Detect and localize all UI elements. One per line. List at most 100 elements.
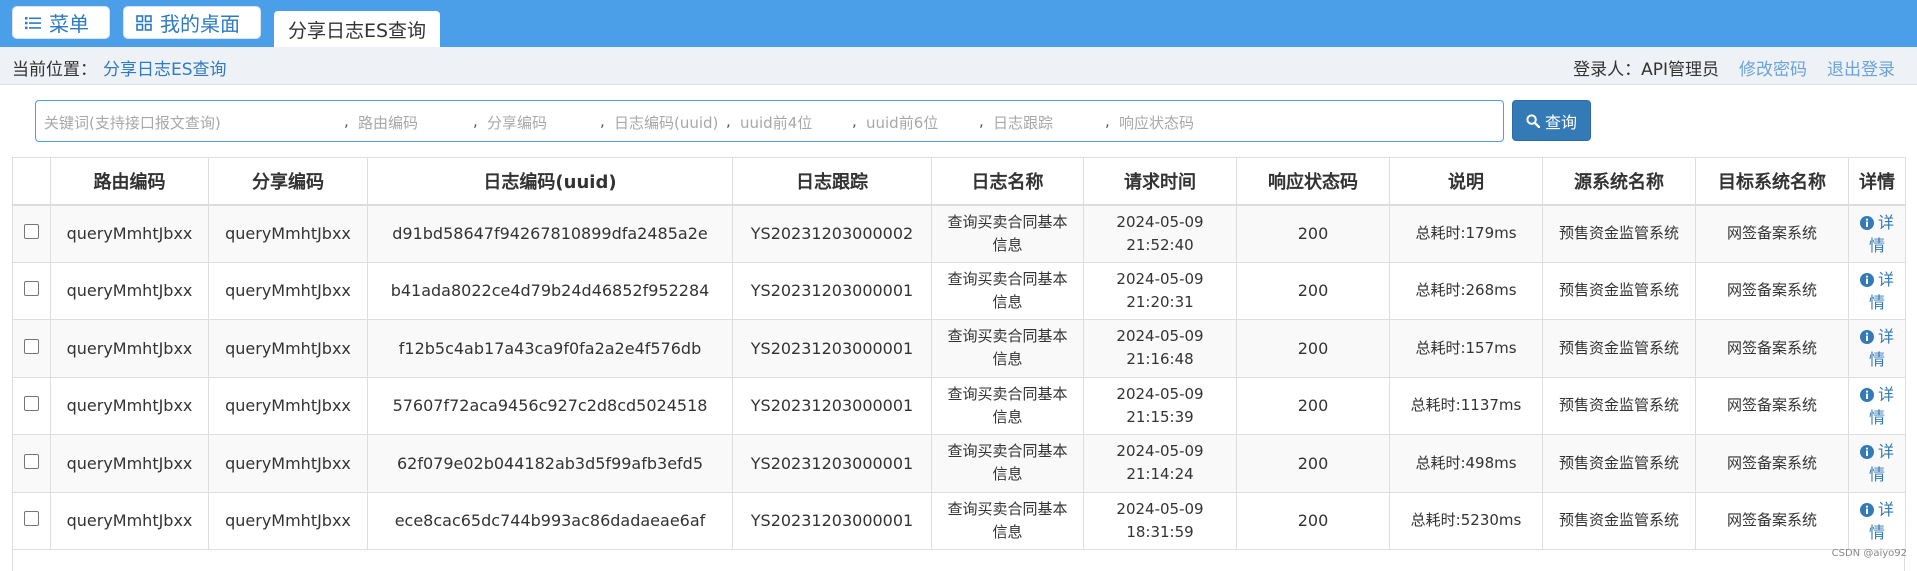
detail-link[interactable]: 详情: [1859, 385, 1894, 427]
share-code-cell: queryMmhtJbxx: [208, 434, 368, 493]
breadcrumb-current[interactable]: 分享日志ES查询: [103, 60, 227, 80]
status-code-cell: 200: [1236, 491, 1390, 550]
log-table: 路由编码 分享编码 日志编码(uuid) 日志跟踪 日志名称 请求时间 响应状态…: [12, 157, 1906, 550]
row-checkbox[interactable]: [24, 281, 39, 297]
detail-link[interactable]: 详情: [1859, 270, 1894, 312]
top-bar: 菜单 我的桌面 分享日志ES查询: [0, 0, 1917, 47]
request-time-cell: 2024-05-09 21:16:48: [1083, 319, 1237, 378]
description-cell: 总耗时:268ms: [1389, 261, 1543, 320]
route-code-cell: queryMmhtJbxx: [50, 261, 209, 320]
route-code-cell: queryMmhtJbxx: [50, 204, 209, 263]
share-code-cell: queryMmhtJbxx: [208, 204, 368, 263]
log-name-cell: 查询买卖合同基本 信息: [931, 491, 1084, 550]
log-name-line2: 信息: [992, 292, 1023, 311]
log-name-line2: 信息: [992, 350, 1023, 369]
header-route-code: 路由编码: [50, 157, 209, 206]
target-system-cell: 网签备案系统: [1695, 319, 1849, 378]
request-date: 2024-05-09: [1116, 499, 1204, 518]
detail-label-1: 详: [1877, 327, 1894, 347]
separator: ,: [979, 112, 984, 130]
log-name-line1: 查询买卖合同基本: [947, 499, 1068, 518]
detail-link[interactable]: 详情: [1859, 213, 1894, 255]
table-row: queryMmhtJbxx queryMmhtJbxx ece8cac65dc744…: [12, 491, 1906, 550]
row-checkbox[interactable]: [24, 453, 39, 469]
query-button[interactable]: 查询: [1512, 100, 1591, 141]
breadcrumb: 当前位置： 分享日志ES查询: [12, 55, 227, 80]
detail-link[interactable]: 详情: [1859, 327, 1894, 369]
log-name-line2: 信息: [992, 522, 1023, 541]
my-desktop-button[interactable]: 我的桌面: [123, 6, 261, 39]
info-circle-icon: [1859, 330, 1874, 345]
route-code-cell: queryMmhtJbxx: [50, 319, 209, 378]
log-trace-cell: YS20231203000001: [732, 319, 932, 378]
detail-link[interactable]: 详情: [1859, 499, 1894, 542]
request-date: 2024-05-09: [1116, 269, 1204, 288]
header-target-system: 目标系统名称: [1695, 157, 1849, 206]
logout-link[interactable]: 退出登录: [1827, 55, 1895, 80]
header-log-name: 日志名称: [931, 157, 1084, 206]
table-empty-area: [12, 549, 1905, 571]
share-code-cell: queryMmhtJbxx: [208, 261, 368, 320]
row-checkbox[interactable]: [24, 224, 39, 239]
status-code-cell: 200: [1236, 261, 1390, 320]
request-clock: 18:31:59: [1126, 522, 1194, 541]
detail-cell: 详情: [1848, 434, 1906, 493]
target-system-cell: 网签备案系统: [1695, 376, 1849, 435]
separator: ,: [600, 112, 605, 130]
separator: ,: [1105, 112, 1110, 130]
log-name-cell: 查询买卖合同基本 信息: [931, 261, 1084, 320]
separator: ,: [344, 112, 349, 130]
menu-button[interactable]: 菜单: [12, 6, 110, 39]
share-code-cell: queryMmhtJbxx: [208, 319, 368, 378]
table-row: queryMmhtJbxx queryMmhtJbxx f12b5c4ab17a43…: [12, 319, 1906, 378]
request-time-cell: 2024-05-09 18:31:59: [1083, 491, 1237, 550]
watermark: CSDN @aiyo92: [1831, 548, 1907, 559]
info-circle-icon: [1859, 215, 1874, 230]
log-name-line1: 查询买卖合同基本: [947, 327, 1068, 346]
header-request-time: 请求时间: [1083, 157, 1237, 206]
source-system-cell: 预售资金监管系统: [1542, 434, 1696, 493]
list-icon: [25, 16, 41, 30]
request-time-cell: 2024-05-09 21:15:39: [1083, 376, 1237, 435]
description-cell: 总耗时:1137ms: [1389, 376, 1543, 435]
status-code-cell: 200: [1236, 204, 1390, 263]
detail-label-2: 情: [1868, 407, 1885, 427]
search-icon: [1526, 113, 1540, 128]
separator: ,: [726, 112, 731, 130]
source-system-cell: 预售资金监管系统: [1542, 261, 1696, 320]
request-time-cell: 2024-05-09 21:14:24: [1083, 434, 1237, 493]
source-system-cell: 预售资金监管系统: [1542, 491, 1696, 550]
log-trace-cell: YS20231203000001: [732, 376, 932, 435]
uuid-placeholder: 日志编码(uuid): [614, 114, 719, 132]
share-code-placeholder: 分享编码: [487, 114, 548, 132]
separator: ,: [852, 112, 857, 130]
info-circle-icon: [1859, 272, 1874, 287]
info-circle-icon: [1859, 502, 1874, 517]
breadcrumb-prefix: 当前位置：: [12, 60, 97, 80]
row-checkbox[interactable]: [24, 338, 39, 354]
header-log-trace: 日志跟踪: [732, 157, 932, 206]
source-system-cell: 预售资金监管系统: [1542, 376, 1696, 435]
my-desktop-label: 我的桌面: [160, 12, 240, 36]
user-area: 登录人：API管理员 修改密码 退出登录: [1573, 55, 1895, 80]
select-cell: [12, 319, 51, 378]
change-password-link[interactable]: 修改密码: [1739, 55, 1807, 80]
row-checkbox[interactable]: [24, 396, 39, 412]
table-row: queryMmhtJbxx queryMmhtJbxx d91bd58647f942…: [12, 204, 1906, 263]
query-label: 查询: [1544, 112, 1577, 132]
header-source-system: 源系统名称: [1542, 157, 1696, 206]
share-code-cell: queryMmhtJbxx: [208, 491, 368, 550]
search-input[interactable]: 关键词(支持接口报文查询) , 路由编码 , 分享编码 , 日志编码(uuid)…: [35, 100, 1504, 142]
target-system-cell: 网签备案系统: [1695, 261, 1849, 320]
share-code-cell: queryMmhtJbxx: [208, 376, 368, 435]
detail-link[interactable]: 详情: [1859, 442, 1894, 484]
header-log-uuid: 日志编码(uuid): [367, 157, 733, 206]
log-trace-cell: YS20231203000001: [732, 434, 932, 493]
status-code-cell: 200: [1236, 434, 1390, 493]
row-checkbox[interactable]: [24, 511, 39, 527]
description-cell: 总耗时:179ms: [1389, 204, 1543, 263]
target-system-cell: 网签备案系统: [1695, 491, 1849, 550]
info-circle-icon: [1859, 445, 1874, 460]
detail-label-1: 详: [1877, 499, 1894, 519]
tab-share-log-es-query[interactable]: 分享日志ES查询: [274, 11, 440, 47]
